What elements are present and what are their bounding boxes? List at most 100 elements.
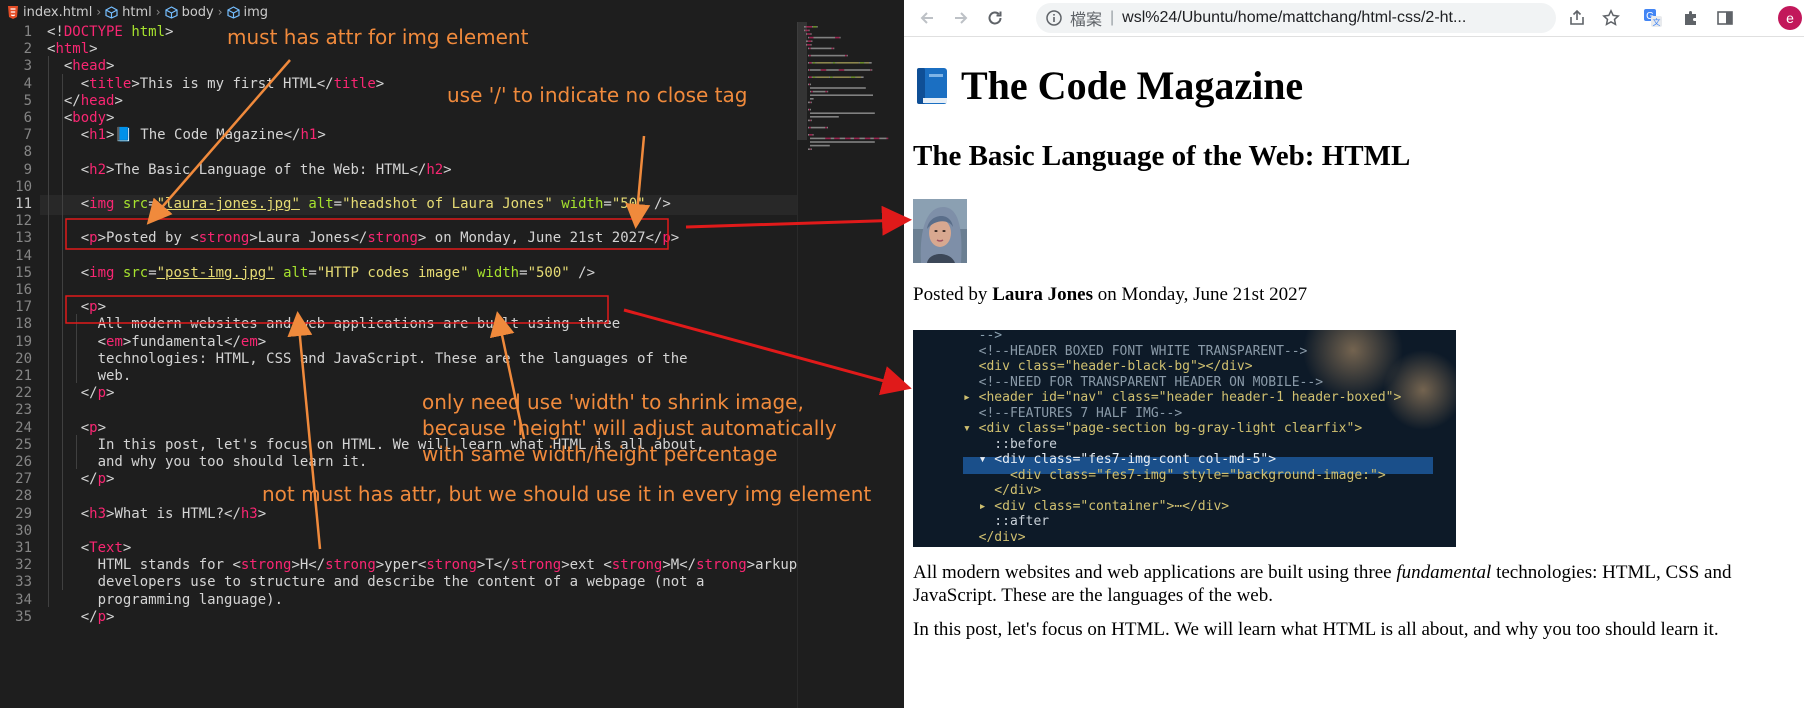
bookmark-button[interactable] bbox=[1596, 3, 1626, 33]
editor-scrollbar[interactable] bbox=[797, 22, 807, 140]
code-token: > bbox=[114, 92, 123, 109]
code-token: html bbox=[131, 24, 166, 40]
minimap-token bbox=[809, 83, 810, 86]
minimap-token bbox=[820, 69, 827, 71]
translate-extension-button[interactable]: G文 bbox=[1638, 3, 1668, 33]
minimap-token bbox=[859, 62, 865, 64]
reload-icon bbox=[988, 11, 1002, 25]
minimap-token bbox=[864, 137, 871, 140]
minimap-token bbox=[808, 69, 809, 71]
minimap-token bbox=[834, 137, 840, 140]
code-token: > bbox=[106, 608, 115, 625]
code-token: = bbox=[148, 264, 157, 281]
security-label: 檔案 bbox=[1070, 12, 1103, 29]
minimap[interactable] bbox=[797, 22, 904, 708]
minimap-token bbox=[810, 44, 812, 46]
code-token: >H</ bbox=[291, 557, 326, 574]
breadcrumb-item[interactable]: img bbox=[226, 5, 268, 20]
minimap-token bbox=[832, 76, 834, 78]
breadcrumb-separator: › bbox=[96, 5, 102, 19]
code-token: "500" bbox=[527, 264, 570, 281]
cube-icon bbox=[105, 5, 118, 19]
code-token: html bbox=[55, 41, 90, 58]
minimap-token bbox=[808, 36, 809, 39]
minimap-token bbox=[825, 126, 827, 129]
minimap-token bbox=[809, 76, 812, 78]
breadcrumb-item[interactable]: html bbox=[105, 5, 152, 20]
code-token: >The Basic Language of the Web: HTML</ bbox=[106, 161, 427, 178]
code-token: < bbox=[80, 299, 90, 316]
minimap-token bbox=[811, 40, 813, 42]
minimap-token bbox=[856, 76, 861, 78]
minimap-token bbox=[808, 62, 809, 64]
code-editor[interactable]: index.html › html › body › img 1 <!DOCTYPE html… bbox=[0, 0, 904, 708]
code-image-line: <!--FEATURES 7 HALF IMG--> bbox=[963, 405, 1183, 421]
breadcrumb-separator: › bbox=[217, 5, 223, 19]
code-token: strong bbox=[426, 557, 477, 574]
minimap-token bbox=[809, 69, 810, 71]
code-token: em bbox=[106, 333, 123, 350]
code-token: /> bbox=[645, 196, 671, 212]
minimap-token bbox=[810, 119, 812, 122]
minimap-token bbox=[879, 137, 887, 140]
code-token: </ bbox=[80, 471, 98, 488]
code-token: technologies: HTML, CSS and JavaScript. … bbox=[97, 350, 688, 367]
share-button[interactable] bbox=[1562, 3, 1592, 33]
star-icon bbox=[1602, 9, 1620, 26]
code-token: strong bbox=[510, 557, 562, 574]
minimap-token bbox=[812, 90, 826, 93]
code-token: strong bbox=[325, 557, 376, 574]
code-token: p bbox=[89, 299, 98, 316]
browser-toolbar: 檔案 | wsl%24/Ubuntu/home/mattchang/html-c… bbox=[904, 0, 1804, 37]
code-token: p bbox=[97, 385, 107, 402]
url-text[interactable]: wsl%24/Ubuntu/home/mattchang/html-css/2-… bbox=[1122, 9, 1466, 27]
minimap-token bbox=[808, 47, 809, 50]
minimap-token bbox=[833, 76, 850, 78]
extensions-button[interactable] bbox=[1676, 3, 1706, 33]
address-bar[interactable]: 檔案 | wsl%24/Ubuntu/home/mattchang/html-c… bbox=[1036, 3, 1556, 33]
minimap-token bbox=[845, 137, 851, 140]
breadcrumb-separator: › bbox=[155, 5, 161, 19]
html5-icon bbox=[6, 5, 19, 19]
minimap-token bbox=[808, 126, 809, 129]
code-token: < bbox=[80, 196, 90, 212]
code-token: > bbox=[670, 230, 680, 247]
code-line[interactable]: 35 </p> bbox=[0, 607, 797, 627]
back-button[interactable] bbox=[912, 3, 942, 33]
profile-avatar[interactable]: e bbox=[1778, 6, 1802, 30]
code-token: programming language). bbox=[97, 591, 284, 608]
code-token: body bbox=[72, 110, 107, 126]
reload-button[interactable] bbox=[980, 3, 1010, 33]
minimap-token bbox=[810, 126, 826, 129]
minimap-token bbox=[830, 137, 835, 140]
code-token: p bbox=[662, 230, 671, 247]
code-token: src bbox=[122, 196, 149, 212]
minimap-token bbox=[808, 76, 809, 78]
minimap-token bbox=[858, 62, 860, 64]
code-image-line: </div> bbox=[963, 483, 1042, 498]
code-token: >M</ bbox=[662, 557, 697, 574]
code-token: alt bbox=[283, 264, 309, 281]
code-token: width bbox=[476, 264, 520, 281]
code-area[interactable]: 1 <!DOCTYPE html> 2 <html> 3 <head> 4 <title>Th… bbox=[0, 22, 831, 708]
minimap-token bbox=[870, 69, 872, 71]
minimap-token bbox=[825, 90, 828, 93]
minimap-token bbox=[855, 76, 857, 78]
code-token: "post-img.jpg" bbox=[156, 264, 275, 281]
code-token: All modern websites and web applications… bbox=[97, 316, 621, 333]
share-button[interactable] bbox=[1364, 3, 1394, 33]
annotation-note-width: only need use 'width' to shrink image, b… bbox=[422, 390, 837, 466]
minimap-token bbox=[809, 126, 811, 129]
minimap-token bbox=[809, 134, 813, 136]
side-panel-button[interactable] bbox=[1710, 3, 1740, 33]
code-token: < bbox=[80, 161, 90, 178]
info-icon[interactable] bbox=[1046, 10, 1062, 26]
minimap-token bbox=[869, 62, 872, 64]
code-token: h2 bbox=[89, 161, 107, 178]
forward-button[interactable] bbox=[946, 3, 976, 33]
code-token: < bbox=[80, 505, 90, 522]
breadcrumb-item[interactable]: body bbox=[164, 5, 214, 20]
breadcrumb-item[interactable]: index.html bbox=[6, 5, 92, 20]
